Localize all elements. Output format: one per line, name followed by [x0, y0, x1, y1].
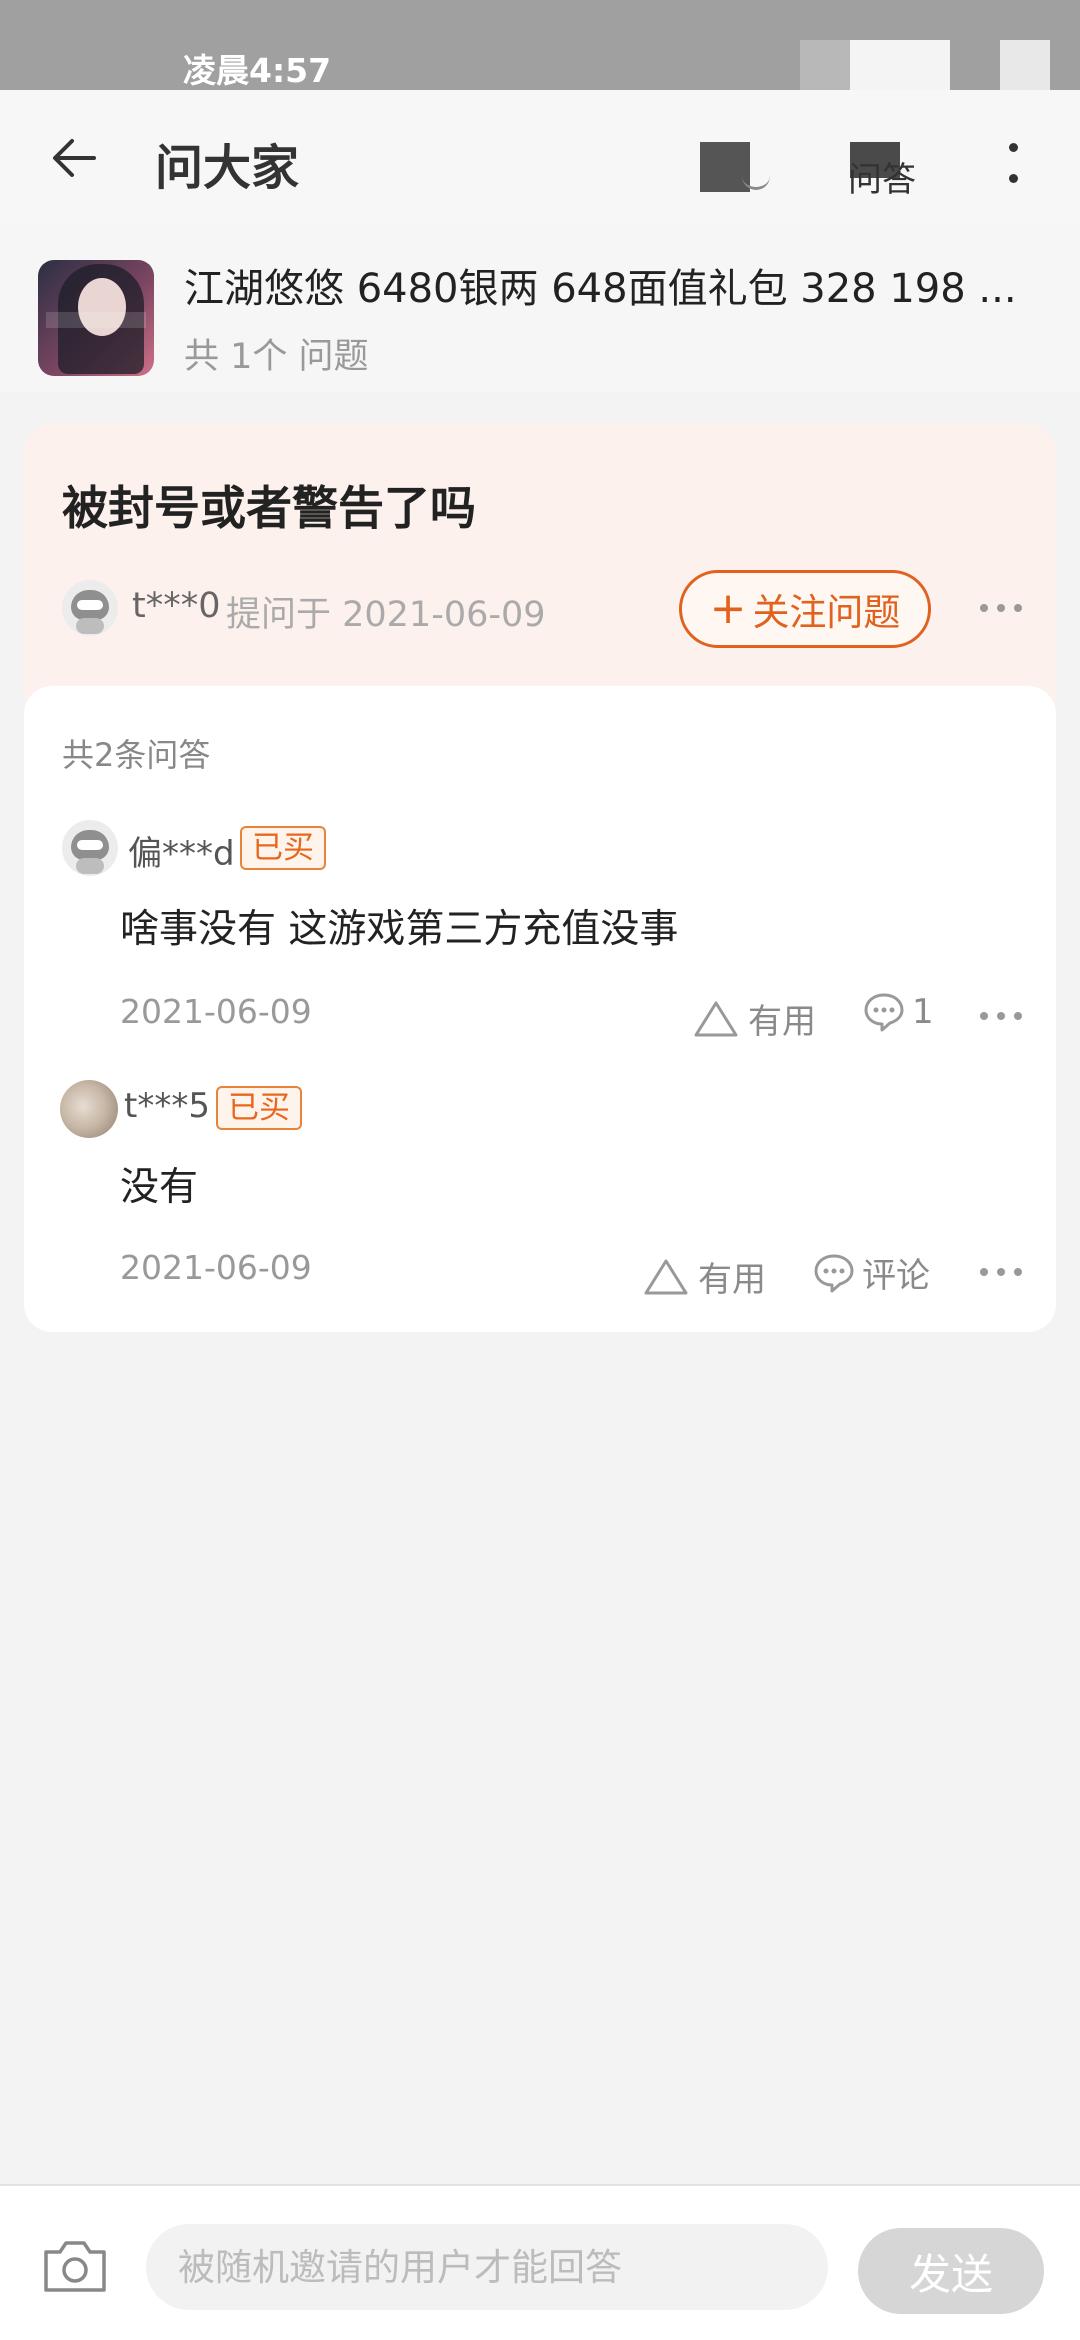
comment-bubble-icon	[864, 993, 904, 1032]
bought-badge: 已买	[240, 826, 326, 870]
asker-avatar[interactable]	[62, 580, 118, 636]
status-wifi-block	[850, 40, 950, 90]
comment-button[interactable]: 评论	[812, 1248, 930, 1297]
answer-input-bar: 发送	[0, 2184, 1080, 2340]
bought-badge: 已买	[216, 1086, 302, 1130]
answer-text: 没有	[120, 1165, 199, 1210]
useful-button[interactable]: 有用	[642, 1252, 766, 1301]
follow-label: 关注问题	[752, 591, 901, 634]
product-thumbnail	[38, 260, 154, 376]
triangle-up-icon	[694, 1001, 738, 1036]
answerer-name: t***5	[124, 1086, 210, 1126]
question-more-icon[interactable]	[980, 602, 1022, 614]
page-title: 问大家	[155, 140, 300, 196]
follow-question-button[interactable]: + 关注问题	[679, 570, 931, 648]
share-icon[interactable]	[700, 142, 750, 192]
camera-icon[interactable]	[40, 2236, 110, 2296]
comment-label: 1	[912, 992, 934, 1032]
asker-name: t***0	[132, 586, 221, 626]
status-time: 凌晨4:57	[183, 51, 332, 90]
answer-input[interactable]	[146, 2224, 828, 2310]
status-battery-block	[1000, 40, 1050, 90]
question-card: 被封号或者警告了吗 t***0 提问于 2021-06-09 + 关注问题	[24, 424, 1056, 724]
answer-date: 2021-06-09	[120, 1248, 312, 1287]
status-signal-block	[800, 40, 850, 90]
answerer-avatar[interactable]	[60, 1080, 118, 1138]
answer-date: 2021-06-09	[120, 992, 312, 1031]
answer-more-icon[interactable]	[980, 1266, 1022, 1278]
comment-label: 评论	[862, 1256, 930, 1296]
product-summary[interactable]: 江湖悠悠 6480银两 648面值礼包 328 198 ... 共 1个 问题	[0, 224, 1080, 392]
useful-button[interactable]: 有用	[692, 994, 816, 1043]
useful-label: 有用	[698, 1260, 766, 1300]
answerer-avatar[interactable]	[62, 820, 118, 876]
answer-text: 啥事没有 这游戏第三方充值没事	[120, 907, 679, 952]
useful-label: 有用	[748, 1002, 816, 1042]
send-button[interactable]: 发送	[858, 2228, 1044, 2314]
qa-label[interactable]: 问答	[848, 152, 916, 201]
asked-date: 提问于 2021-06-09	[226, 595, 546, 635]
back-arrow-icon[interactable]	[46, 130, 102, 186]
triangle-up-icon	[644, 1259, 688, 1294]
comment-bubble-icon	[814, 1254, 854, 1292]
top-nav-bar: 问大家 问答	[0, 90, 1080, 224]
answerer-name: 偏***d	[128, 834, 235, 874]
status-bar: 凌晨4:57	[0, 0, 1080, 142]
question-title: 被封号或者警告了吗	[62, 481, 476, 535]
product-title: 江湖悠悠 6480银两 648面值礼包 328 198 ...	[184, 266, 1017, 312]
answer-more-icon[interactable]	[980, 1010, 1022, 1022]
more-vertical-icon[interactable]	[1006, 138, 1020, 198]
question-count: 共 1个 问题	[184, 337, 369, 377]
plus-icon: +	[709, 583, 747, 634]
answers-count: 共2条问答	[62, 736, 211, 774]
comment-button[interactable]: 1	[862, 990, 934, 1034]
answers-card: 共2条问答 偏***d 已买 啥事没有 这游戏第三方充值没事 2021-06-0…	[24, 686, 1056, 1332]
